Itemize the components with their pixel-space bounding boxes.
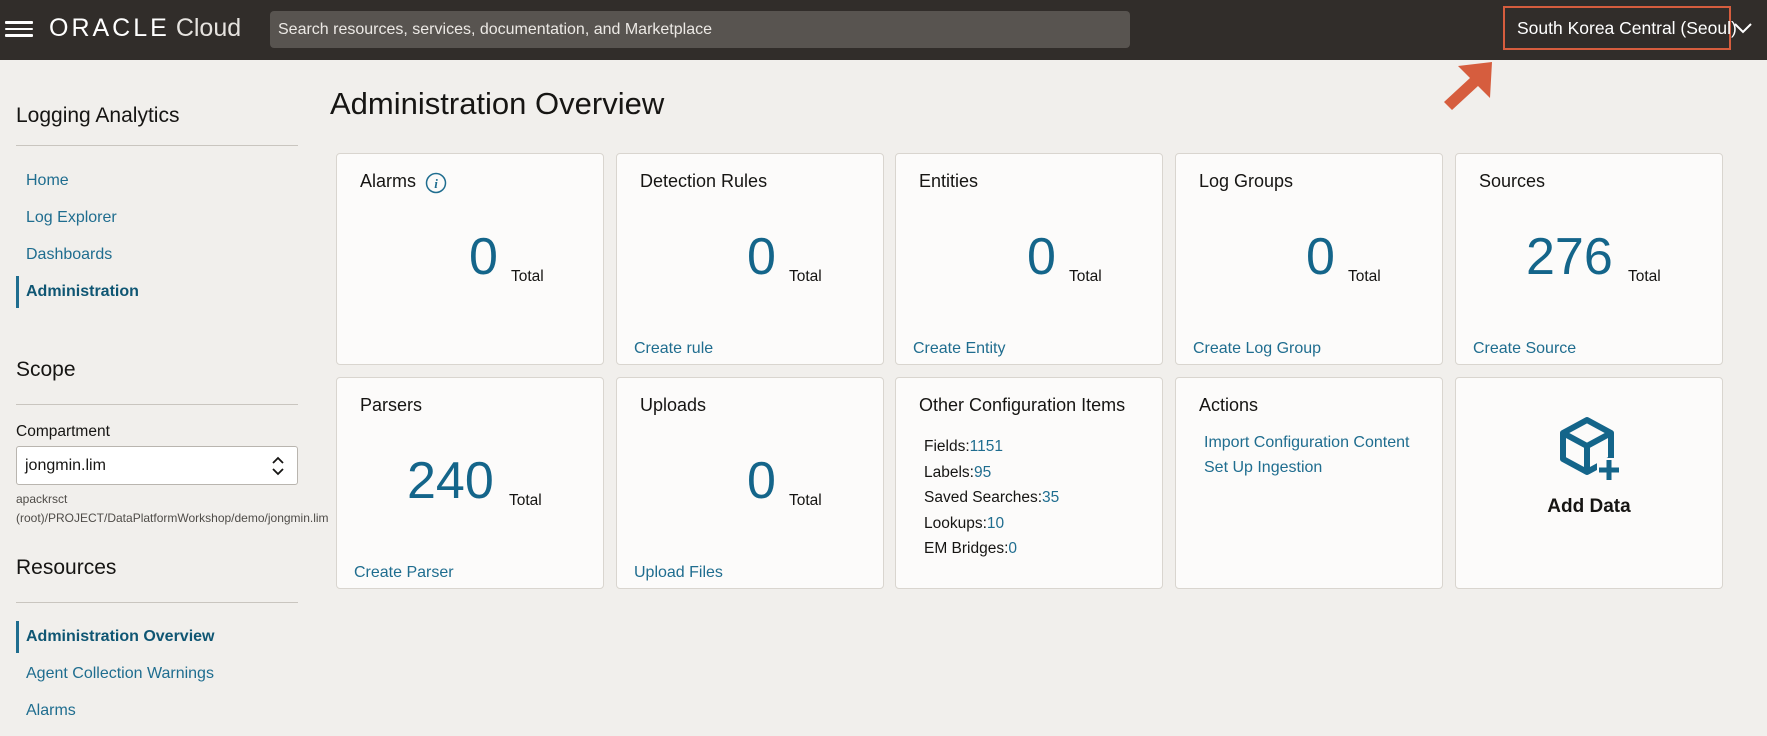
page-title: Administration Overview (330, 86, 665, 121)
sidebar-item-label: Log Explorer (26, 209, 117, 226)
config-item-saved-searches: Saved Searches:35 (924, 485, 1059, 511)
card-title: Entities (919, 171, 979, 191)
sidebar-item-label: Administration (26, 283, 139, 300)
compartment-select[interactable]: jongmin.lim (16, 446, 298, 485)
sources-count[interactable]: 276 (1526, 231, 1613, 283)
alarms-card: Alarms i 0 Total (336, 153, 604, 365)
oracle-cloud-logo[interactable]: ORACLE Cloud (49, 14, 241, 43)
search-input[interactable] (270, 11, 1130, 48)
config-item-lookups: Lookups:10 (924, 511, 1059, 537)
total-label: Total (509, 492, 542, 509)
sidebar-item-dashboards[interactable]: Dashboards (16, 239, 298, 271)
card-title: Uploads (640, 395, 707, 415)
config-items-list: Fields:1151 Labels:95 Saved Searches:35 … (924, 434, 1059, 562)
config-label: Saved Searches: (924, 489, 1043, 506)
chevron-down-icon[interactable] (1733, 20, 1753, 36)
divider (16, 145, 298, 146)
config-item-em-bridges: EM Bridges:0 (924, 536, 1059, 562)
detection-rules-card: Detection Rules 0 Total Create rule (616, 153, 884, 365)
card-title: Detection Rules (640, 171, 768, 191)
entities-count[interactable]: 0 (1027, 231, 1056, 283)
add-data-card[interactable]: Add Data (1455, 377, 1723, 589)
total-label: Total (1348, 268, 1381, 285)
resources-heading: Resources (16, 556, 117, 579)
card-title: Parsers (360, 395, 423, 415)
sources-card: Sources 276 Total Create Source (1455, 153, 1723, 365)
arrow-annotation-icon (1444, 62, 1492, 110)
compartment-value: jongmin.lim (25, 456, 106, 474)
add-data-cube-icon (1560, 417, 1621, 480)
alarms-count[interactable]: 0 (469, 231, 498, 283)
total-label: Total (1628, 268, 1661, 285)
total-label: Total (1069, 268, 1102, 285)
log-groups-count[interactable]: 0 (1306, 231, 1335, 283)
create-entity-link[interactable]: Create Entity (913, 340, 1005, 358)
import-configuration-content-link[interactable]: Import Configuration Content (1204, 434, 1409, 452)
sidebar-item-home[interactable]: Home (16, 165, 298, 197)
sidebar-item-administration[interactable]: Administration (16, 276, 298, 308)
sidebar-item-label: Agent Collection Warnings (26, 665, 214, 682)
sidebar-item-label: Dashboards (26, 246, 113, 263)
divider (16, 404, 298, 405)
sidebar-item-administration-overview[interactable]: Administration Overview (16, 621, 298, 653)
uploads-card: Uploads 0 Total Upload Files (616, 377, 884, 589)
config-label: EM Bridges: (924, 540, 1009, 557)
actions-card: Actions Import Configuration Content Set… (1175, 377, 1443, 589)
config-label: Lookups: (924, 514, 987, 532)
sidebar-item-label: Home (26, 172, 69, 189)
sidebar-item-alarms[interactable]: Alarms (16, 695, 298, 727)
scope-heading: Scope (16, 358, 76, 381)
info-icon[interactable]: i (425, 172, 447, 194)
sidebar: Logging Analytics Home Log Explorer Dash… (0, 60, 329, 736)
divider (16, 602, 298, 603)
total-label: Total (789, 492, 822, 509)
parsers-card: Parsers 240 Total Create Parser (336, 377, 604, 589)
total-label: Total (789, 268, 822, 285)
card-title: Sources (1479, 171, 1546, 191)
config-value[interactable]: 95 (974, 464, 991, 481)
log-groups-card: Log Groups 0 Total Create Log Group (1175, 153, 1443, 365)
sidebar-item-log-explorer[interactable]: Log Explorer (16, 202, 298, 234)
total-label: Total (511, 268, 544, 285)
config-item-fields: Fields:1151 (924, 434, 1059, 460)
logo-brand: ORACLE (49, 14, 170, 42)
other-configuration-card: Other Configuration Items Fields:1151 La… (895, 377, 1163, 589)
compartment-path: apackrsct (root)/PROJECT/DataPlatformWor… (16, 492, 329, 525)
config-value[interactable]: 0 (1008, 540, 1017, 557)
hamburger-menu-icon[interactable] (5, 17, 33, 41)
card-title: Other Configuration Items (919, 395, 1126, 415)
sidebar-title: Logging Analytics (16, 104, 180, 127)
upload-files-link[interactable]: Upload Files (634, 564, 723, 582)
card-title: Log Groups (1199, 171, 1294, 191)
config-label: Fields: (924, 438, 970, 455)
sidebar-item-label: Alarms (26, 702, 76, 719)
svg-text:i: i (434, 176, 438, 191)
compartment-label: Compartment (16, 423, 110, 440)
card-title: Alarms (360, 171, 417, 191)
create-rule-link[interactable]: Create rule (634, 340, 713, 358)
config-value[interactable]: 10 (987, 515, 1004, 532)
region-label: South Korea Central (Seoul) (1517, 17, 1737, 38)
set-up-ingestion-link[interactable]: Set Up Ingestion (1204, 459, 1322, 477)
logo-product: Cloud (175, 14, 242, 42)
uploads-count[interactable]: 0 (747, 455, 776, 507)
card-title: Actions (1199, 395, 1259, 415)
create-log-group-link[interactable]: Create Log Group (1193, 340, 1321, 358)
top-navigation-bar: ORACLE Cloud South Korea Central (Seoul) (0, 0, 1767, 60)
detection-rules-count[interactable]: 0 (747, 231, 776, 283)
add-data-label: Add Data (1547, 496, 1631, 517)
config-value[interactable]: 1151 (970, 438, 1003, 455)
region-selector[interactable]: South Korea Central (Seoul) (1503, 6, 1737, 50)
create-source-link[interactable]: Create Source (1473, 340, 1576, 358)
config-value[interactable]: 35 (1042, 489, 1059, 506)
sidebar-item-agent-collection-warnings[interactable]: Agent Collection Warnings (16, 658, 298, 690)
config-label: Labels: (924, 463, 974, 481)
up-down-chevron-icon (272, 456, 284, 476)
entities-card: Entities 0 Total Create Entity (895, 153, 1163, 365)
config-item-labels: Labels:95 (924, 460, 1059, 486)
parsers-count[interactable]: 240 (407, 455, 494, 507)
create-parser-link[interactable]: Create Parser (354, 564, 454, 582)
sidebar-item-label: Administration Overview (26, 628, 215, 645)
